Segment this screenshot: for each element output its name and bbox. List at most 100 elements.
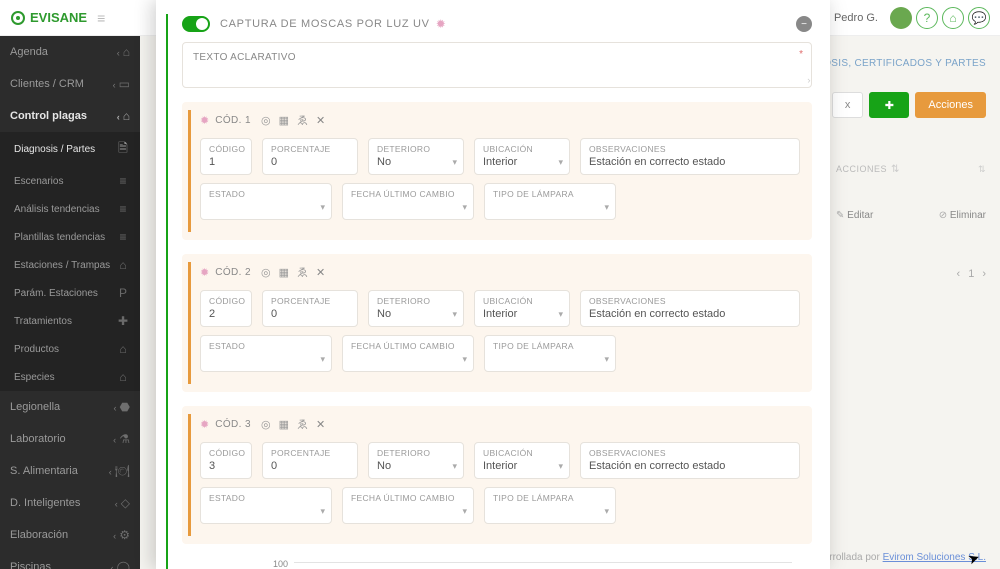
sidebar-item-agenda[interactable]: Agenda ‹ ⌂ [0,36,140,68]
drop-icon: ⬣ [120,400,130,414]
sidebar-item-elaboracion[interactable]: Elaboración‹ ⚙ [0,519,140,551]
sort-icon[interactable]: ⇅ [978,164,986,175]
enable-toggle[interactable] [182,16,210,32]
rss-icon[interactable]: ゑ [297,264,308,280]
codigo-field[interactable]: CÓDIGO2 [200,290,252,327]
sidebar-item-laboratorio[interactable]: Laboratorio‹ ⚗ [0,423,140,455]
sidebar-item-label: Piscinas [10,561,51,569]
avatar[interactable] [890,7,912,29]
bug-icon: ✹ [200,266,209,279]
lampara-select[interactable]: TIPO DE LÁMPARA [484,183,616,220]
codigo-field[interactable]: CÓDIGO3 [200,442,252,479]
user-name[interactable]: Pedro G. [834,12,878,24]
station-code: CÓD. 1 [215,115,251,126]
sidebar-item-productos[interactable]: Productos⌂ [0,335,140,363]
observaciones-field[interactable]: OBSERVACIONESEstación en correcto estado [580,442,800,479]
sidebar-item-analisis-tendencias[interactable]: Análisis tendencias≡ [0,195,140,223]
grid-icon[interactable]: ▦ [279,266,289,279]
view-icon[interactable]: ◎ [261,114,271,127]
bug-icon: ⌂ [123,109,130,123]
station-header: ✹ CÓD. 1 ◎ ▦ ゑ ✕ [200,112,800,128]
home-icon[interactable]: ⌂ [942,7,964,29]
fecha-select[interactable]: FECHA ÚLTIMO CAMBIO [342,335,474,372]
panel-accent-bar [166,14,168,569]
observaciones-field[interactable]: OBSERVACIONESEstación en correcto estado [580,290,800,327]
estado-select[interactable]: ESTADO [200,487,332,524]
panel-collapse-icon[interactable]: − [796,16,812,32]
codigo-field[interactable]: CÓDIGO1 [200,138,252,175]
list-icon: ≡ [116,202,130,216]
clarifying-text-field[interactable]: TEXTO ACLARATIVO * ⌟ [182,42,812,88]
porcentaje-field[interactable]: PORCENTAJE0 [262,138,358,175]
fecha-select[interactable]: FECHA ÚLTIMO CAMBIO [342,183,474,220]
grid-icon[interactable]: ▦ [279,114,289,127]
delete-icon[interactable]: ✕ [316,418,325,431]
sidebar-item-escenarios[interactable]: Escenarios≡ [0,167,140,195]
deterioro-select[interactable]: DETERIORONo [368,290,464,327]
deterioro-select[interactable]: DETERIORONo [368,138,464,175]
rss-icon[interactable]: ゑ [297,416,308,432]
estado-select[interactable]: ESTADO [200,335,332,372]
sidebar-item-label: Laboratorio [10,433,66,445]
rss-icon[interactable]: ゑ [297,112,308,128]
close-pill[interactable]: x [832,92,864,118]
sidebar: Agenda ‹ ⌂ Clientes / CRM ‹ ▭ Control pl… [0,36,140,569]
pager-prev[interactable]: ‹ [957,268,961,280]
chat-icon[interactable]: 💬 [968,7,990,29]
field-label: TEXTO ACLARATIVO [193,52,296,63]
sidebar-item-label: Clientes / CRM [10,78,84,90]
menu-toggle-icon[interactable]: ≡ [97,10,105,26]
sidebar-item-label: Especies [14,372,55,383]
row-delete[interactable]: Eliminar [939,210,986,221]
modal-panel: CAPTURA DE MOSCAS POR LUZ UV ✹ − TEXTO A… [156,0,830,569]
help-icon[interactable]: ? [916,7,938,29]
list-icon: ≡ [116,230,130,244]
sidebar-item-label: Legionella [10,401,60,413]
porcentaje-field[interactable]: PORCENTAJE0 [262,290,358,327]
add-button[interactable]: ✚ [869,92,909,118]
sidebar-item-piscinas[interactable]: Piscinas‹ ◯ [0,551,140,569]
sidebar-item-d-inteligentes[interactable]: D. Inteligentes‹ ◇ [0,487,140,519]
brand-logo[interactable]: EVISANE [10,10,87,26]
panel-header: CAPTURA DE MOSCAS POR LUZ UV ✹ − [182,16,812,32]
acciones-button[interactable]: Acciones [915,92,986,118]
fecha-select[interactable]: FECHA ÚLTIMO CAMBIO [342,487,474,524]
kit-icon: ✚ [116,314,130,328]
device-icon: ◇ [121,496,130,510]
sidebar-item-especies[interactable]: Especies⌂ [0,363,140,391]
list-icon: ≡ [116,174,130,188]
estado-select[interactable]: ESTADO [200,183,332,220]
sidebar-item-control-plagas[interactable]: Control plagas ‹ ⌂ [0,100,140,132]
resize-handle-icon[interactable]: ⌟ [802,74,813,85]
sidebar-item-plantillas-tendencias[interactable]: Plantillas tendencias≡ [0,223,140,251]
row-edit[interactable]: Editar [836,210,873,221]
sidebar-item-diagnosis-partes[interactable]: Diagnosis / Partes🗎 [0,132,140,167]
home-icon: ⌂ [123,45,130,59]
sidebar-item-label: Productos [14,344,59,355]
grid-icon[interactable]: ▦ [279,418,289,431]
view-icon[interactable]: ◎ [261,418,271,431]
sidebar-item-param-estaciones[interactable]: Parám. EstacionesP [0,279,140,307]
delete-icon[interactable]: ✕ [316,114,325,127]
station-code: CÓD. 3 [215,419,251,430]
ubicacion-select[interactable]: UBICACIÓNInterior [474,290,570,327]
ubicacion-select[interactable]: UBICACIÓNInterior [474,138,570,175]
lampara-select[interactable]: TIPO DE LÁMPARA [484,335,616,372]
ubicacion-select[interactable]: UBICACIÓNInterior [474,442,570,479]
sidebar-item-tratamientos[interactable]: Tratamientos✚ [0,307,140,335]
deterioro-select[interactable]: DETERIORONo [368,442,464,479]
pager-next[interactable]: › [982,268,986,280]
station-block: ✹ CÓD. 2 ◎ ▦ ゑ ✕ CÓDIGO2 PORCENTAJE0 DET… [182,254,812,392]
lampara-select[interactable]: TIPO DE LÁMPARA [484,487,616,524]
bug-icon: ✹ [200,114,209,127]
sidebar-item-clientes[interactable]: Clientes / CRM ‹ ▭ [0,68,140,100]
sidebar-item-legionella[interactable]: Legionella‹ ⬣ [0,391,140,423]
col-acciones[interactable]: ACCIONES [836,164,900,175]
porcentaje-field[interactable]: PORCENTAJE0 [262,442,358,479]
sidebar-item-s-alimentaria[interactable]: S. Alimentaria‹ 🍽 [0,455,140,487]
sidebar-item-estaciones-trampas[interactable]: Estaciones / Trampas⌂ [0,251,140,279]
view-icon[interactable]: ◎ [261,266,271,279]
delete-icon[interactable]: ✕ [316,266,325,279]
observaciones-field[interactable]: OBSERVACIONESEstación en correcto estado [580,138,800,175]
sidebar-subgroup-control-plagas: Diagnosis / Partes🗎 Escenarios≡ Análisis… [0,132,140,391]
